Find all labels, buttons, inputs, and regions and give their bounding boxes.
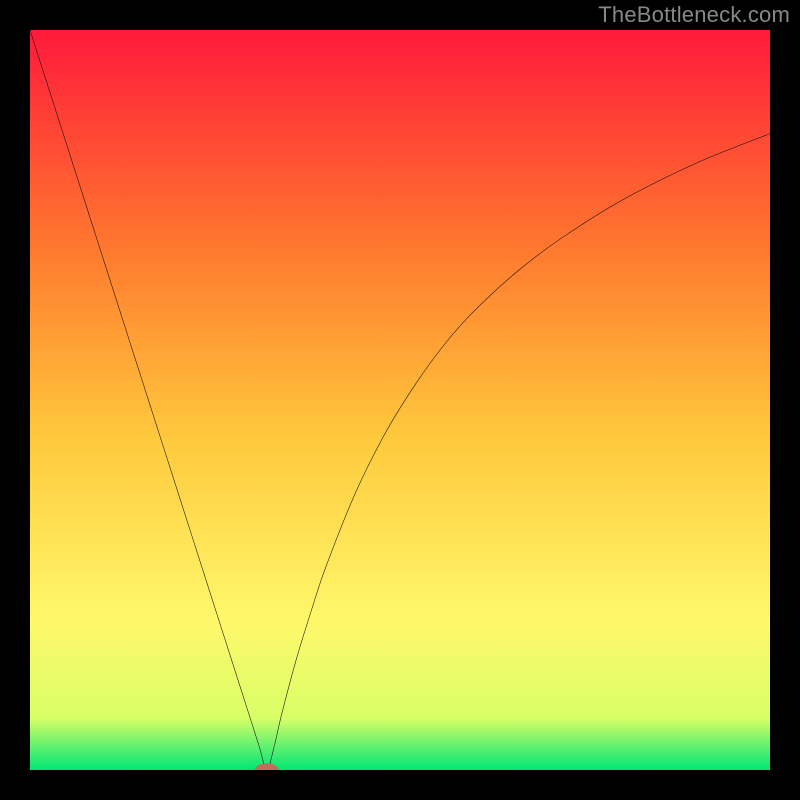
chart-svg xyxy=(30,30,770,770)
chart-frame: TheBottleneck.com xyxy=(0,0,800,800)
gradient-background xyxy=(30,30,770,770)
plot-area xyxy=(30,30,770,770)
watermark-text: TheBottleneck.com xyxy=(598,2,790,28)
